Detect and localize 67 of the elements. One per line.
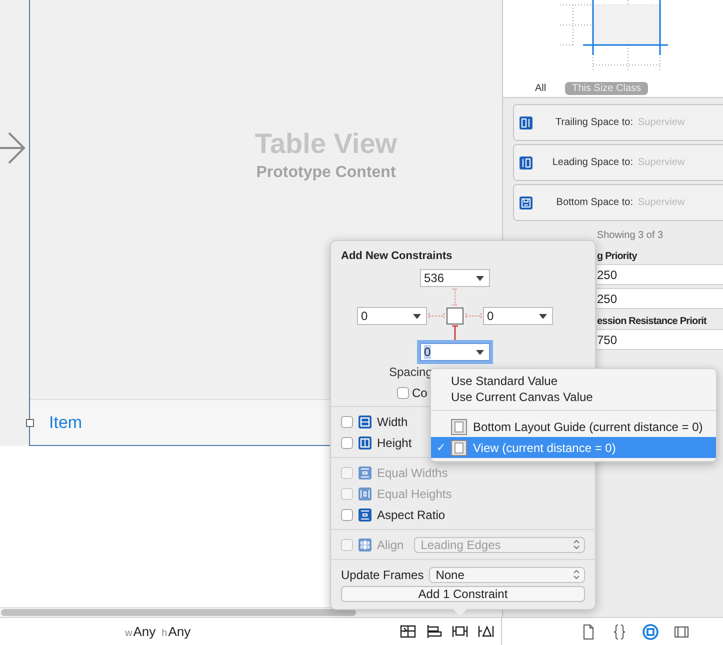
- constraint-icon: [358, 414, 372, 428]
- size-class-tab[interactable]: All: [528, 82, 554, 95]
- constraint-card[interactable]: Trailing Space to: Superview: [513, 104, 723, 141]
- priority-field[interactable]: 250: [597, 288, 723, 309]
- resolve-icon[interactable]: [478, 624, 495, 639]
- constraint-icon: [358, 486, 372, 500]
- constraint-label: Bottom Space to:: [555, 197, 633, 208]
- spacing-diagram-drawing: [428, 306, 482, 324]
- view-icon: [451, 440, 467, 456]
- cell-label: Item: [49, 412, 82, 432]
- priority-field[interactable]: 750: [597, 329, 723, 350]
- checkbox-label: Co: [412, 386, 428, 400]
- entry-arrow-icon: [0, 131, 26, 165]
- size-class-label[interactable]: wAny: [125, 624, 156, 639]
- showing-count: Showing 3 of 3: [596, 229, 664, 243]
- menu-item[interactable]: Bottom Layout Guide (current distance = 0): [431, 416, 716, 437]
- menu-item[interactable]: Use Standard Value: [431, 373, 716, 389]
- chevron-icon: [573, 568, 580, 580]
- checkbox-label: Height: [377, 436, 412, 450]
- size-class-label[interactable]: hAny: [162, 624, 191, 639]
- constraint-icon: [358, 508, 372, 522]
- checkbox[interactable]: [341, 416, 353, 428]
- spacing-field[interactable]: 0: [357, 306, 427, 324]
- update-frames-label: Update Frames: [341, 568, 424, 582]
- strut-icon[interactable]: [451, 325, 459, 343]
- pin-icon[interactable]: [452, 624, 469, 639]
- spacing-field[interactable]: 536: [420, 269, 490, 287]
- constraint-card[interactable]: Leading Space to: Superview: [513, 144, 723, 181]
- spacing-field[interactable]: 0: [483, 306, 553, 324]
- checkbox[interactable]: [341, 436, 353, 448]
- constraint-icon: [519, 196, 533, 210]
- attributes-icon[interactable]: [642, 624, 659, 640]
- chevron-icon: [573, 538, 580, 550]
- popover-title: Add New Constraints: [341, 250, 454, 262]
- constraint-icon: [358, 436, 372, 450]
- ruler-icon[interactable]: [673, 624, 690, 640]
- scrollbar-thumb[interactable]: [1, 609, 356, 616]
- constraint-target: Superview: [638, 157, 685, 168]
- constraint-label: Trailing Space to:: [554, 117, 633, 128]
- constraint-target: Superview: [638, 117, 685, 128]
- constraint-icon: [519, 116, 533, 130]
- checkbox[interactable]: [397, 387, 409, 399]
- align-icon[interactable]: [426, 624, 443, 639]
- checkbox-label: Aspect Ratio: [377, 508, 446, 522]
- update-frames-dropdown[interactable]: None: [428, 566, 585, 582]
- section-heading: ession Resistance Priorit: [597, 315, 708, 329]
- checkbox-label: Equal Heights: [377, 486, 452, 500]
- constraint-card[interactable]: Bottom Space to: Superview: [513, 184, 723, 221]
- checkbox-label: Align: [377, 538, 404, 552]
- checkbox-label: Equal Widths: [377, 466, 448, 480]
- constraint-icon: [358, 466, 372, 480]
- add-constraint-button[interactable]: Add 1 Constraint: [341, 586, 585, 602]
- section-heading: g Priority: [597, 250, 638, 264]
- table-view-subtitle: Prototype Content: [256, 164, 396, 182]
- align-icon: [358, 538, 372, 552]
- braces-icon[interactable]: [611, 624, 628, 640]
- view-icon: [451, 418, 467, 434]
- checkbox[interactable]: [341, 508, 353, 520]
- spacing-field[interactable]: 0: [420, 343, 490, 361]
- resize-handle[interactable]: [26, 419, 34, 427]
- priority-field[interactable]: 250: [597, 264, 723, 285]
- constraint-label: Leading Space to:: [551, 157, 633, 168]
- stack-icon[interactable]: [400, 624, 417, 639]
- menu-item[interactable]: Use Current Canvas Value: [431, 389, 716, 405]
- checkbox-label: Width: [377, 414, 408, 428]
- constraint-target: Superview: [638, 197, 685, 208]
- constraint-icon: [519, 156, 533, 170]
